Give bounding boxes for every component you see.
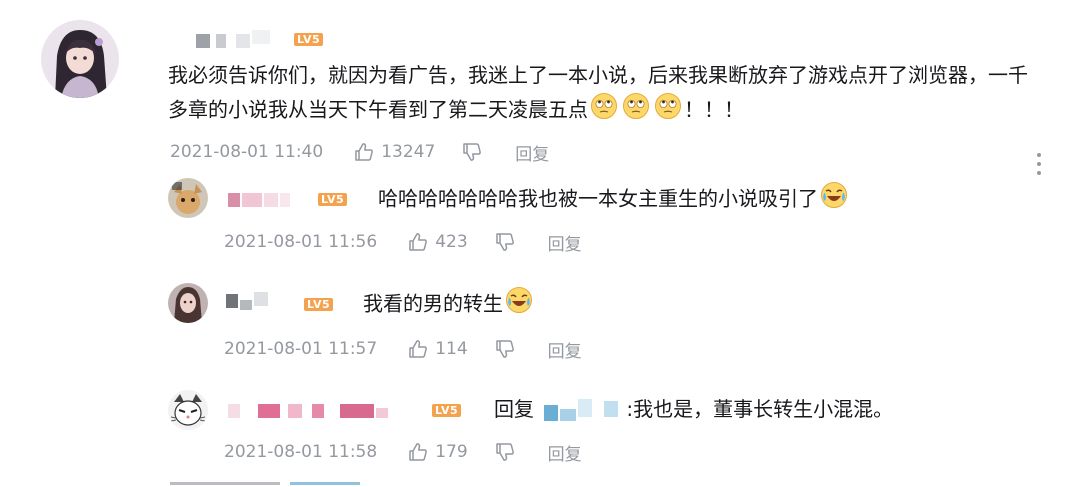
thumbs-down-icon [495, 233, 514, 251]
crying-laugh-emoji-icon [505, 286, 533, 324]
reply-button[interactable]: 回复 [548, 230, 582, 255]
reply-time: 2021-08-01 11:58 [224, 442, 378, 462]
thumbs-up-icon [409, 443, 428, 461]
reply-text: 我看的男的转生 [363, 286, 535, 324]
crying-laugh-emoji-icon [820, 181, 848, 219]
reply-meta: 2021-08-01 11:57 114 回复 [224, 337, 608, 362]
comment-text: 我必须告诉你们，就因为看广告，我迷上了一本小说，后来我果断放弃了游戏点开了浏览器… [168, 58, 1028, 130]
reply-meta: 2021-08-01 11:58 179 回复 [224, 440, 608, 465]
avatar[interactable] [168, 178, 208, 218]
username-redacted[interactable] [226, 292, 272, 310]
avatar[interactable] [168, 283, 208, 323]
reply-time: 2021-08-01 11:57 [224, 339, 378, 359]
reply-body: :我也是，董事长转生小混混。 [626, 397, 894, 421]
thumbs-down-icon [495, 340, 514, 358]
rolling-eyes-emoji-icon [590, 92, 618, 130]
thumbs-down-icon [463, 143, 482, 161]
thumbs-up-icon [355, 143, 374, 161]
like-count: 13247 [381, 142, 436, 162]
username-redacted[interactable] [196, 30, 272, 48]
like-button[interactable]: 114 [407, 338, 468, 360]
reply-text: 回复 :我也是，董事长转生小混混。 [494, 392, 893, 426]
reply-button[interactable]: 回复 [548, 337, 582, 362]
reply-button[interactable]: 回复 [548, 440, 582, 465]
level-badge: LV5 [432, 404, 462, 417]
level-badge: LV5 [304, 298, 334, 311]
like-count: 179 [435, 442, 468, 462]
dislike-button[interactable] [494, 338, 522, 360]
thumbs-up-icon [409, 340, 428, 358]
thumbs-up-icon [409, 233, 428, 251]
like-count: 423 [435, 232, 468, 252]
avatar[interactable] [168, 390, 208, 430]
dislike-button[interactable] [461, 141, 489, 163]
comment-time: 2021-08-01 11:40 [170, 142, 324, 162]
like-count: 114 [435, 339, 468, 359]
reply-button[interactable]: 回复 [515, 140, 549, 165]
like-button[interactable]: 13247 [353, 141, 435, 163]
thumbs-down-icon [495, 443, 514, 461]
like-button[interactable]: 423 [407, 231, 468, 253]
dislike-button[interactable] [494, 441, 522, 463]
comment-meta: 2021-08-01 11:40 13247 回复 [170, 140, 575, 165]
reply-time: 2021-08-01 11:56 [224, 232, 378, 252]
comment-exclamations: ！！！ [684, 97, 744, 122]
mention-redacted[interactable] [540, 398, 626, 423]
avatar[interactable] [41, 20, 119, 98]
rolling-eyes-emoji-icon [622, 92, 650, 130]
reply-meta: 2021-08-01 11:56 423 回复 [224, 230, 608, 255]
reply-prefix: 回复 [494, 397, 534, 421]
level-badge: LV5 [318, 193, 348, 206]
username-redacted[interactable] [228, 404, 388, 418]
reply-body: 哈哈哈哈哈哈哈我也被一本女主重生的小说吸引了 [378, 186, 818, 211]
reply-body: 我看的男的转生 [363, 291, 503, 316]
dislike-button[interactable] [494, 231, 522, 253]
more-options-icon[interactable] [1036, 153, 1042, 180]
rolling-eyes-emoji-icon [654, 92, 682, 130]
like-button[interactable]: 179 [407, 441, 468, 463]
level-badge: LV5 [294, 33, 324, 46]
reply-text: 哈哈哈哈哈哈哈我也被一本女主重生的小说吸引了 [378, 181, 850, 219]
cut-off-footer [170, 482, 370, 487]
username-redacted[interactable] [228, 193, 290, 207]
